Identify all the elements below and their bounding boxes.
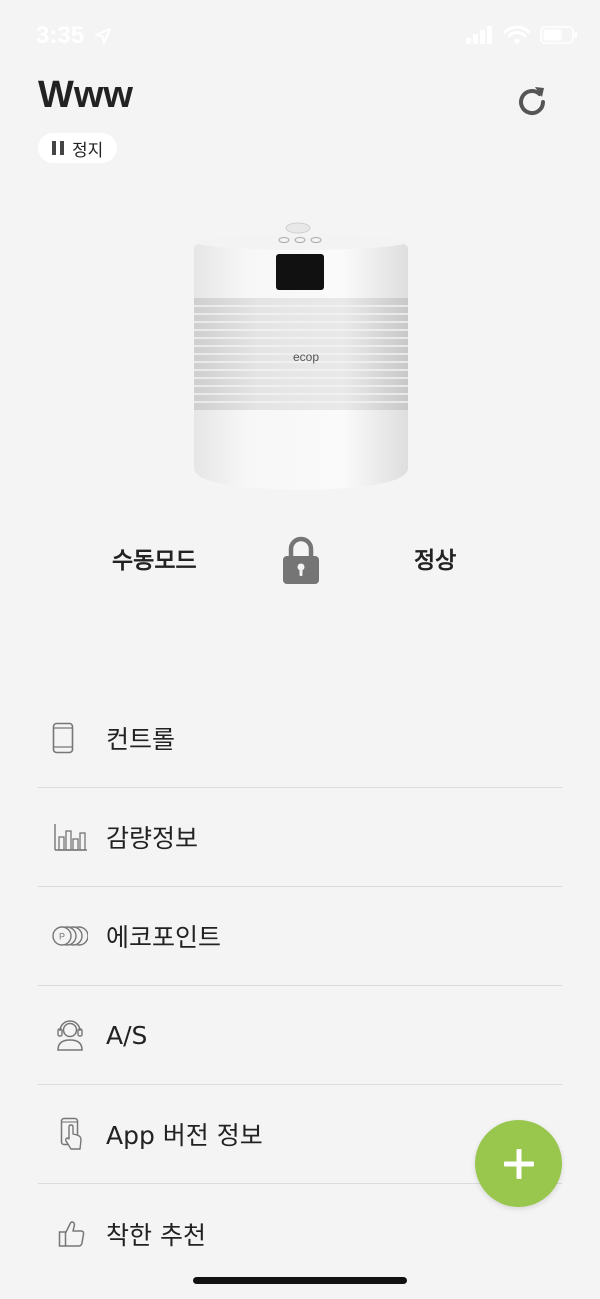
device-info-row: 수동모드 정상	[0, 533, 600, 589]
menu-item-reduction-info[interactable]: 감량정보	[38, 788, 562, 887]
menu-item-recommend[interactable]: 착한 추천	[38, 1184, 562, 1283]
pause-icon	[52, 141, 64, 155]
menu-item-label: 착한 추천	[106, 1220, 206, 1250]
phone-icon	[52, 722, 74, 754]
lock-icon[interactable]	[282, 535, 320, 585]
plus-icon	[503, 1148, 534, 1179]
bar-chart-icon	[54, 824, 87, 851]
home-indicator[interactable]	[193, 1277, 407, 1284]
phone-tap-icon	[60, 1117, 82, 1150]
refresh-button[interactable]	[512, 82, 552, 122]
menu-list: 컨트롤 감량정보 P 에코포인트 A/S App 버전 정보 착한 추천	[38, 689, 562, 1283]
menu-item-label: 에코포인트	[106, 923, 222, 952]
status-badge-label: 정지	[72, 140, 104, 161]
refresh-icon	[519, 87, 546, 116]
svg-text:P: P	[59, 932, 65, 942]
menu-item-label: A/S	[106, 1020, 148, 1050]
status-icons	[466, 26, 578, 44]
menu-item-label: App 버전 정보	[106, 1121, 263, 1150]
mode-label: 수동모드	[112, 548, 197, 574]
menu-item-label: 컨트롤	[106, 725, 176, 754]
device-image: ecop	[194, 222, 408, 490]
cellular-signal-icon	[466, 26, 492, 44]
menu-item-as[interactable]: A/S	[38, 986, 562, 1085]
coin-stack-icon: P	[52, 926, 88, 946]
menu-item-eco-point[interactable]: P 에코포인트	[38, 887, 562, 986]
device-title: Www	[38, 74, 133, 116]
thumbs-up-icon	[58, 1220, 85, 1247]
add-button[interactable]	[475, 1120, 562, 1207]
menu-item-label: 감량정보	[106, 824, 199, 853]
menu-item-control[interactable]: 컨트롤	[38, 689, 562, 788]
status-badge: 정지	[38, 133, 118, 163]
status-bar: 3:35	[0, 0, 600, 76]
status-time: 3:35	[36, 22, 85, 49]
state-label: 정상	[414, 548, 457, 574]
location-arrow-icon	[95, 28, 111, 44]
battery-icon	[540, 26, 577, 44]
device-brand-text: ecop	[293, 350, 319, 364]
headset-agent-icon	[57, 1020, 83, 1051]
wifi-icon	[504, 26, 530, 44]
